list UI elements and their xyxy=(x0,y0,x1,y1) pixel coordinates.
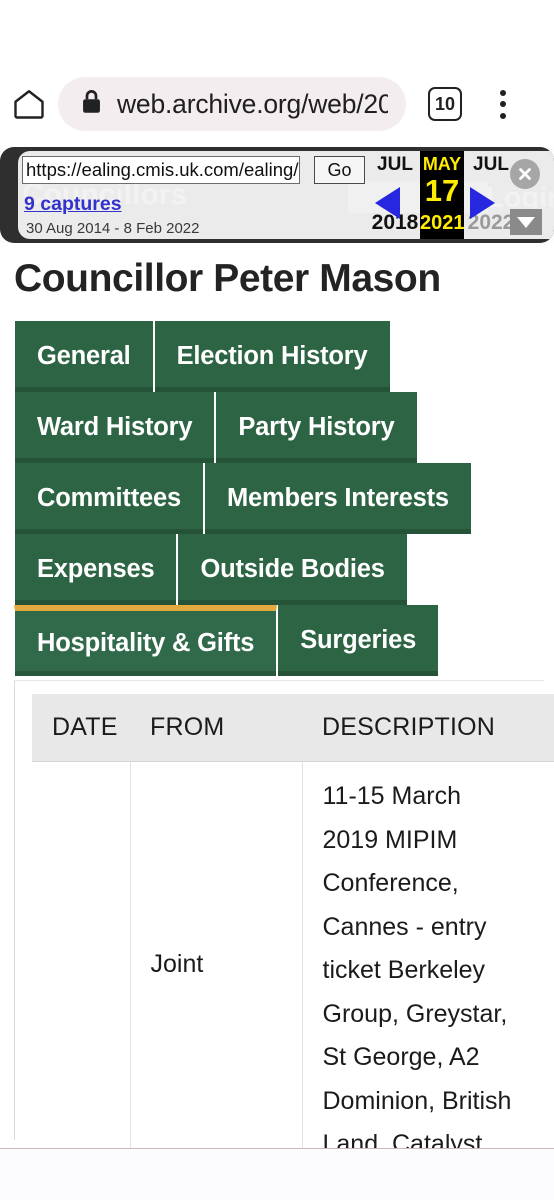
kebab-menu-icon xyxy=(500,89,506,96)
tab-surgeries[interactable]: Surgeries xyxy=(277,605,440,676)
wayback-expand-button[interactable] xyxy=(510,209,542,235)
cell-description: 11-15 March 2019 MIPIM Conference, Canne… xyxy=(302,762,554,1167)
table-row: Joint 11-15 March 2019 MIPIM Conference,… xyxy=(32,761,554,1167)
wayback-close-button[interactable] xyxy=(510,159,540,189)
wayback-prev-month: JUL xyxy=(377,154,413,175)
hospitality-gifts-panel: DATE FROM DESCRIPTION Joint 11-15 March … xyxy=(14,680,554,1167)
chevron-down-icon xyxy=(517,216,535,228)
tab-label: Surgeries xyxy=(300,626,417,654)
description-line: Group, Greystar, xyxy=(322,999,508,1028)
wayback-current-capture: MAY 17 2021 xyxy=(420,151,465,239)
page-content: Councillor Peter Mason General Election … xyxy=(0,243,554,1200)
browser-menu-button[interactable] xyxy=(488,84,518,124)
tab-label: Hospitality & Gifts xyxy=(37,629,255,657)
tab-election-history[interactable]: Election History xyxy=(153,321,391,392)
description-line: 11-15 March xyxy=(322,782,462,810)
tab-label: Election History xyxy=(176,342,368,370)
viewport-bottom-fold xyxy=(0,1148,554,1200)
tab-general[interactable]: General xyxy=(14,321,154,392)
address-bar-url: web.archive.org/web/202105 xyxy=(117,88,388,119)
tab-ward-history[interactable]: Ward History xyxy=(14,392,216,463)
tab-hospitality-and-gifts[interactable]: Hospitality & Gifts xyxy=(14,605,278,676)
browser-chrome: web.archive.org/web/202105 10 xyxy=(0,0,554,147)
kebab-menu-icon xyxy=(500,112,506,119)
description-line: St George, A2 xyxy=(322,1043,480,1071)
wayback-toolbar-inner: Councillors Login https://ealing.cmis.uk… xyxy=(18,151,554,239)
wayback-current-day: 17 xyxy=(424,173,460,208)
column-header-date: DATE xyxy=(32,694,130,762)
tab-label: General xyxy=(37,342,131,370)
tab-party-history[interactable]: Party History xyxy=(215,392,418,463)
column-header-description: DESCRIPTION xyxy=(302,694,554,762)
wayback-date-range: 30 Aug 2014 - 8 Feb 2022 xyxy=(26,220,200,237)
tab-label: Ward History xyxy=(37,413,193,441)
hospitality-gifts-table: DATE FROM DESCRIPTION Joint 11-15 March … xyxy=(32,694,554,1167)
wayback-url-input[interactable]: https://ealing.cmis.uk.com/ealing/( xyxy=(22,156,300,184)
wayback-current-month: MAY xyxy=(422,154,462,174)
browser-toolbar: web.archive.org/web/202105 10 xyxy=(0,73,554,135)
home-icon xyxy=(11,86,47,122)
wayback-machine-toolbar: Councillors Login https://ealing.cmis.uk… xyxy=(0,147,554,243)
wayback-go-button[interactable]: Go xyxy=(314,156,365,184)
column-header-from: FROM xyxy=(130,694,302,762)
arrow-left-icon[interactable] xyxy=(375,187,400,219)
description-line: Cannes - entry xyxy=(322,912,487,941)
arrow-right-icon[interactable] xyxy=(470,187,495,219)
tab-label: Party History xyxy=(238,413,395,441)
lock-icon xyxy=(80,88,103,120)
cell-from: Joint xyxy=(130,761,303,1167)
description-line: 2019 MIPIM xyxy=(322,825,458,854)
kebab-menu-icon xyxy=(500,101,506,107)
description-line: ticket Berkeley xyxy=(322,956,486,984)
tab-expenses[interactable]: Expenses xyxy=(14,534,178,605)
tab-committees[interactable]: Committees xyxy=(14,463,204,534)
cell-date xyxy=(32,761,131,1167)
tab-label: Committees xyxy=(37,484,181,512)
tab-label: Outside Bodies xyxy=(200,555,385,583)
section-tab-list: General Election History Ward History Pa… xyxy=(14,321,554,676)
tab-label: Expenses xyxy=(37,555,155,583)
wayback-captures-link[interactable]: 9 captures xyxy=(24,193,122,216)
description-line: Dominion, British xyxy=(322,1086,512,1115)
page-title: Councillor Peter Mason xyxy=(14,257,441,300)
address-bar[interactable]: web.archive.org/web/202105 xyxy=(58,77,406,131)
tab-counter-button[interactable]: 10 xyxy=(428,87,462,121)
tab-counter-value: 10 xyxy=(434,93,456,114)
tab-members-interests[interactable]: Members Interests xyxy=(203,463,472,534)
wayback-current-year: 2021 xyxy=(420,212,465,234)
tab-outside-bodies[interactable]: Outside Bodies xyxy=(177,534,408,605)
screenshot-root: web.archive.org/web/202105 10 Councillor… xyxy=(0,0,554,1200)
tab-label: Members Interests xyxy=(226,484,449,512)
description-line: Conference, xyxy=(322,869,459,897)
wayback-next-month: JUL xyxy=(473,154,509,175)
table-header-row: DATE FROM DESCRIPTION xyxy=(32,694,554,762)
close-icon xyxy=(516,165,534,183)
home-button[interactable] xyxy=(0,86,58,122)
